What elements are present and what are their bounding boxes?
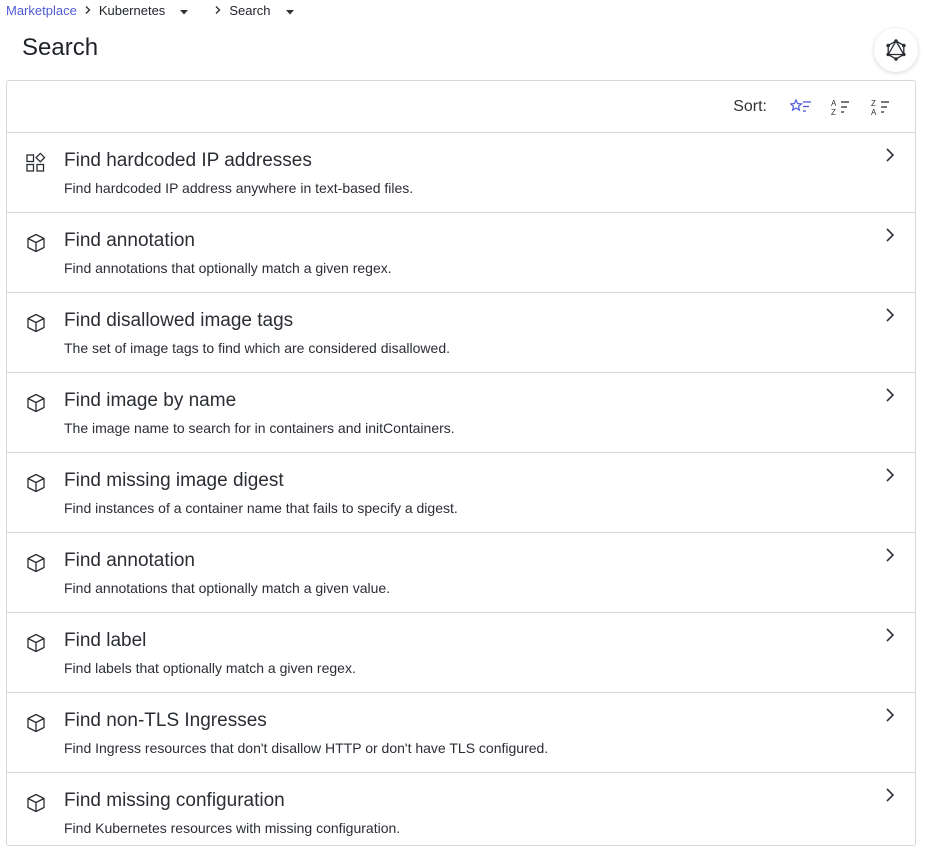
chevron-right-icon[interactable] bbox=[881, 146, 899, 164]
chevron-right-icon[interactable] bbox=[881, 626, 899, 644]
recipe-title[interactable]: Find missing image digest bbox=[64, 470, 284, 492]
chevron-right-icon[interactable] bbox=[881, 386, 899, 404]
recipe-title[interactable]: Find hardcoded IP addresses bbox=[64, 150, 312, 172]
star-sort-icon bbox=[790, 98, 811, 112]
recipe-description: Find labels that optionally match a give… bbox=[64, 660, 356, 676]
chevron-right-icon bbox=[207, 3, 229, 18]
recipe-description: Find hardcoded IP address anywhere in te… bbox=[64, 180, 414, 196]
breadcrumb: Marketplace Kubernetes Search bbox=[6, 0, 313, 20]
chevron-right-icon[interactable] bbox=[881, 306, 899, 324]
recipe-row[interactable]: Find hardcoded IP addresses Find hardcode… bbox=[7, 133, 915, 213]
svg-text:Z: Z bbox=[871, 99, 876, 108]
caret-down-icon[interactable] bbox=[179, 5, 189, 15]
cube-icon bbox=[25, 792, 47, 814]
recipe-row[interactable]: Find label Find labels that optionally ma… bbox=[7, 613, 915, 693]
recipe-title[interactable]: Find non-TLS Ingresses bbox=[64, 710, 267, 732]
svg-text:A: A bbox=[831, 99, 837, 108]
recipe-description: Find Ingress resources that don't disall… bbox=[64, 740, 549, 756]
sort-a-z-icon: A Z bbox=[831, 99, 849, 116]
cube-icon bbox=[25, 552, 47, 574]
sort-z-a-button[interactable]: Z A bbox=[861, 92, 901, 122]
chevron-right-icon[interactable] bbox=[881, 466, 899, 484]
cube-icon bbox=[25, 472, 47, 494]
chevron-right-icon[interactable] bbox=[881, 226, 899, 244]
cube-icon bbox=[25, 632, 47, 654]
recipe-description: Find Kubernetes resources with missing c… bbox=[64, 820, 401, 836]
recipe-description: Find annotations that optionally match a… bbox=[64, 260, 392, 276]
recipe-row[interactable]: Find missing image digest Find instances … bbox=[7, 453, 915, 533]
svg-text:Z: Z bbox=[831, 108, 836, 116]
sort-by-relevance-button[interactable] bbox=[781, 92, 821, 122]
recipe-row[interactable]: Find disallowed image tags The set of ima… bbox=[7, 293, 915, 373]
cube-icon bbox=[25, 712, 47, 734]
caret-down-icon[interactable] bbox=[285, 5, 295, 15]
recipe-list: Find hardcoded IP addresses Find hardcode… bbox=[7, 133, 915, 852]
sort-z-a-icon: Z A bbox=[871, 99, 889, 116]
chevron-right-icon bbox=[77, 3, 99, 18]
chevron-right-icon[interactable] bbox=[881, 706, 899, 724]
recipe-title[interactable]: Find missing configuration bbox=[64, 790, 285, 812]
page-title: Search bbox=[22, 34, 99, 61]
breadcrumb-kubernetes[interactable]: Kubernetes bbox=[99, 3, 166, 18]
recipe-title[interactable]: Find disallowed image tags bbox=[64, 310, 293, 332]
recipe-title[interactable]: Find label bbox=[64, 630, 146, 652]
grid-icon bbox=[25, 152, 47, 174]
recipe-description: Find instances of a container name that … bbox=[64, 500, 458, 516]
recipe-description: The set of image tags to find which are … bbox=[64, 340, 450, 356]
svg-text:A: A bbox=[871, 108, 877, 116]
sort-label: Sort: bbox=[733, 97, 767, 115]
breadcrumb-search[interactable]: Search bbox=[229, 3, 270, 18]
breadcrumb-marketplace[interactable]: Marketplace bbox=[6, 3, 77, 18]
cube-icon bbox=[25, 312, 47, 334]
cube-icon bbox=[25, 392, 47, 414]
sort-a-z-button[interactable]: A Z bbox=[821, 92, 861, 122]
recipe-row[interactable]: Find non-TLS Ingresses Find Ingress resou… bbox=[7, 693, 915, 773]
recipe-row[interactable]: Find missing configuration Find Kubernete… bbox=[7, 773, 915, 852]
recipe-description: Find annotations that optionally match a… bbox=[64, 580, 391, 596]
recipe-title[interactable]: Find annotation bbox=[64, 230, 195, 252]
graphql-button[interactable] bbox=[874, 28, 918, 72]
graphql-icon bbox=[886, 39, 906, 61]
recipe-description: The image name to search for in containe… bbox=[64, 420, 455, 436]
recipe-list-panel: Sort: A Z Z A Find hardcoded IP addresse… bbox=[6, 80, 916, 846]
chevron-right-icon[interactable] bbox=[881, 786, 899, 804]
recipe-title[interactable]: Find annotation bbox=[64, 550, 195, 572]
cube-icon bbox=[25, 232, 47, 254]
recipe-row[interactable]: Find annotation Find annotations that opt… bbox=[7, 533, 915, 613]
recipe-row[interactable]: Find image by name The image name to sear… bbox=[7, 373, 915, 453]
recipe-row[interactable]: Find annotation Find annotations that opt… bbox=[7, 213, 915, 293]
chevron-right-icon[interactable] bbox=[881, 546, 899, 564]
sort-bar: Sort: A Z Z A bbox=[7, 81, 915, 133]
recipe-title[interactable]: Find image by name bbox=[64, 390, 236, 412]
